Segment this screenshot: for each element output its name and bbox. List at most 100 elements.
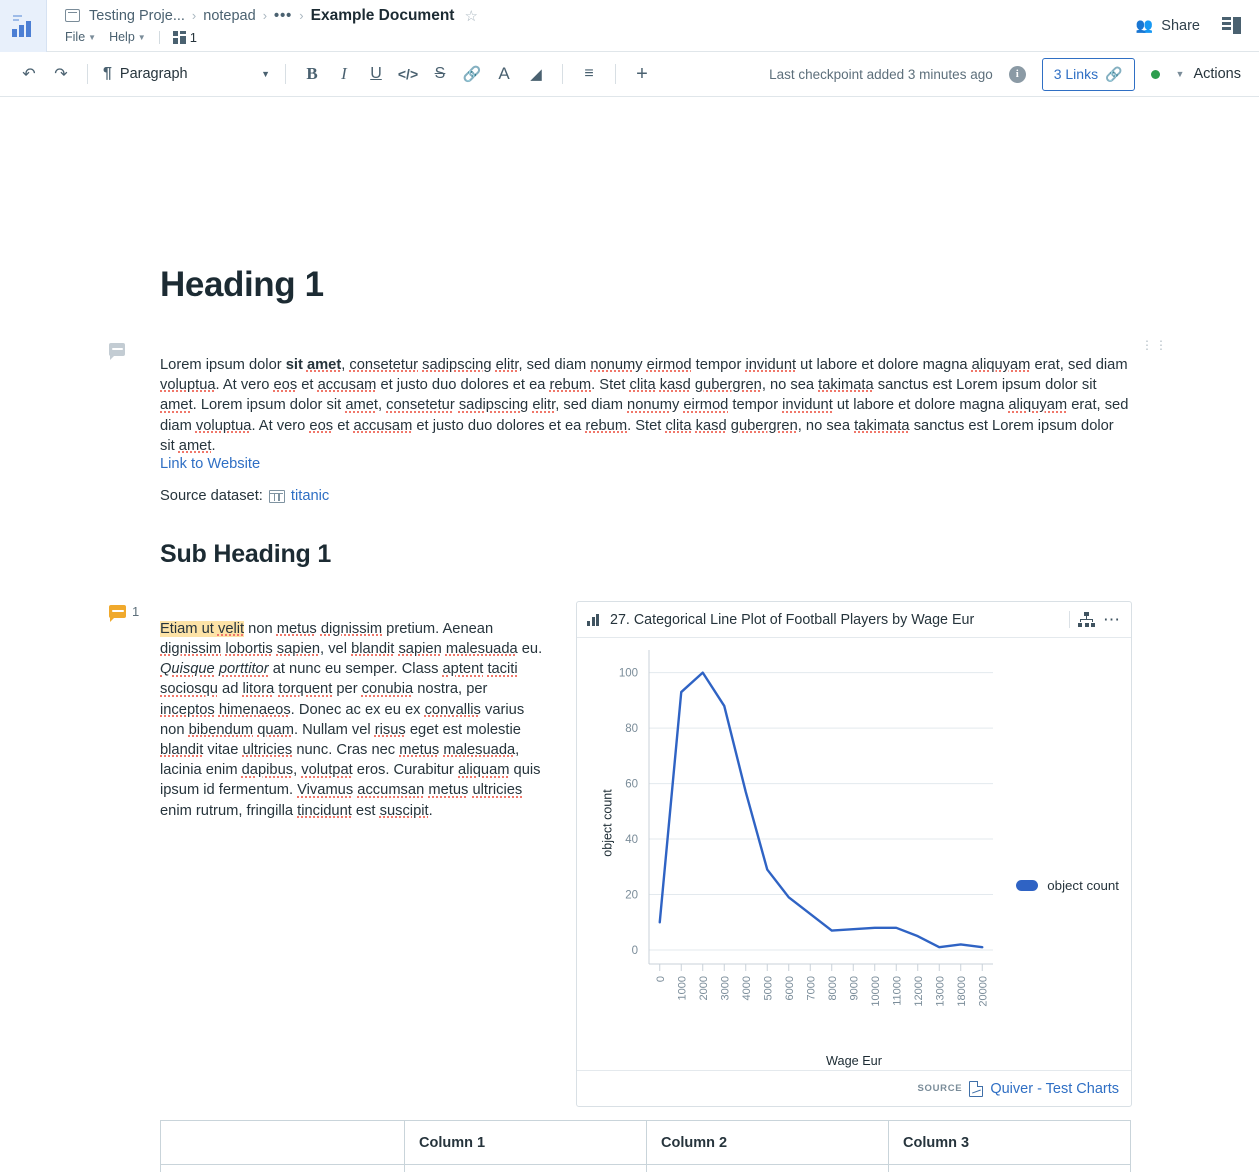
chart-card-header: 27. Categorical Line Plot of Football Pl… bbox=[577, 602, 1131, 638]
svg-text:100: 100 bbox=[619, 668, 638, 680]
link-icon[interactable]: 🔗 bbox=[457, 59, 487, 89]
svg-text:11000: 11000 bbox=[891, 976, 903, 1006]
toolbar-divider bbox=[285, 64, 286, 84]
grid-icon bbox=[172, 30, 187, 44]
menu-file[interactable]: File ▼ bbox=[65, 30, 96, 44]
links-button[interactable]: 3 Links 🔗 bbox=[1041, 57, 1135, 91]
info-icon[interactable]: i bbox=[1008, 65, 1026, 83]
table-cell[interactable] bbox=[404, 1164, 647, 1172]
svg-text:20000: 20000 bbox=[977, 976, 989, 1007]
paragraph-2[interactable]: Etiam ut velit non metus dignissim preti… bbox=[160, 619, 545, 821]
menu-file-label: File bbox=[65, 30, 86, 44]
svg-text:4000: 4000 bbox=[741, 976, 753, 1000]
breadcrumb-separator: › bbox=[191, 8, 197, 23]
grid-count-button[interactable]: 1 bbox=[172, 29, 197, 45]
menu-divider bbox=[158, 30, 160, 44]
breadcrumb: Testing Proje... › notepad › ••• › Examp… bbox=[65, 7, 1136, 25]
chart-title: 27. Categorical Line Plot of Football Pl… bbox=[610, 611, 975, 628]
paragraph-1-text: Lorem ipsum dolor sit amet, consetetur s… bbox=[160, 356, 1129, 454]
highlighted-text: Etiam ut velit bbox=[160, 620, 245, 637]
svg-text:18000: 18000 bbox=[956, 976, 968, 1007]
checkpoint-status: Last checkpoint added 3 minutes ago bbox=[769, 66, 993, 82]
star-outline-icon[interactable]: ☆ bbox=[464, 7, 477, 25]
breadcrumb-separator: › bbox=[299, 8, 304, 23]
svg-text:20: 20 bbox=[625, 890, 638, 902]
text-color-button[interactable]: A bbox=[489, 59, 519, 89]
undo-icon[interactable]: ↶ bbox=[14, 59, 44, 89]
source-dataset-line: Source dataset: titanic bbox=[160, 488, 329, 504]
table-cell[interactable] bbox=[646, 1164, 889, 1172]
top-bar: Testing Proje... › notepad › ••• › Examp… bbox=[0, 0, 1259, 52]
svg-text:60: 60 bbox=[625, 779, 638, 791]
chart-card-footer: SOURCE Quiver - Test Charts bbox=[577, 1070, 1131, 1106]
italic-button[interactable]: I bbox=[329, 59, 359, 89]
drag-handle[interactable]: ⋮⋮ bbox=[1141, 339, 1167, 351]
svg-text:9000: 9000 bbox=[848, 976, 860, 1000]
table-header-cell[interactable]: Column 2 bbox=[646, 1120, 889, 1165]
paragraph-style-select[interactable]: ¶ Paragraph ▼ bbox=[99, 65, 274, 83]
breadcrumb-separator: › bbox=[262, 8, 268, 23]
hierarchy-icon[interactable] bbox=[1078, 612, 1095, 627]
strikethrough-button[interactable]: S bbox=[425, 59, 455, 89]
comment-marker-icon[interactable] bbox=[109, 605, 126, 618]
align-left-icon[interactable]: ≡ bbox=[574, 59, 604, 89]
svg-text:8000: 8000 bbox=[827, 976, 839, 1000]
chart-legend: object count bbox=[1016, 878, 1119, 893]
menu-bar: File ▼ Help ▼ 1 bbox=[65, 30, 1136, 45]
svg-text:3000: 3000 bbox=[719, 976, 731, 1000]
highlighter-icon[interactable]: ◢ bbox=[521, 59, 551, 89]
table-header-cell[interactable]: Column 3 bbox=[888, 1120, 1131, 1165]
redo-icon[interactable]: ↷ bbox=[46, 59, 76, 89]
grid-count-label: 1 bbox=[189, 29, 197, 45]
share-label: Share bbox=[1161, 17, 1200, 34]
plus-icon[interactable]: + bbox=[627, 59, 657, 89]
comment-marker-icon[interactable] bbox=[109, 343, 125, 356]
side-panel-icon[interactable] bbox=[1222, 17, 1241, 34]
table-header-cell[interactable]: Column 1 bbox=[404, 1120, 647, 1165]
x-axis-label: Wage Eur bbox=[826, 1054, 882, 1068]
code-button[interactable]: </> bbox=[393, 59, 423, 89]
people-icon: 👥 bbox=[1135, 17, 1154, 33]
share-button[interactable]: 👥 Share bbox=[1136, 17, 1200, 34]
svg-text:1000: 1000 bbox=[676, 976, 688, 1000]
breadcrumb-item-notepad[interactable]: notepad bbox=[203, 8, 255, 24]
actions-label: Actions bbox=[1193, 66, 1241, 82]
table-row-header-cell[interactable]: Row 1 bbox=[160, 1164, 405, 1172]
menu-help-label: Help bbox=[109, 30, 135, 44]
app-logo-icon bbox=[11, 15, 35, 37]
table-corner-cell[interactable] bbox=[160, 1120, 405, 1165]
menu-help[interactable]: Help ▼ bbox=[109, 30, 146, 44]
chevron-down-icon: ▼ bbox=[1175, 69, 1185, 79]
chart-source-link[interactable]: Quiver - Test Charts bbox=[990, 1081, 1119, 1097]
underline-button[interactable]: U bbox=[361, 59, 391, 89]
pilcrow-icon: ¶ bbox=[103, 65, 112, 82]
paragraph-1[interactable]: Lorem ipsum dolor sit amet, consetetur s… bbox=[160, 355, 1132, 456]
table-cell[interactable] bbox=[888, 1164, 1131, 1172]
line-chart: 0204060801000 1000 2000 3000 4000 5000 6000 700… bbox=[619, 650, 993, 1007]
breadcrumb-overflow-button[interactable]: ••• bbox=[274, 8, 292, 24]
svg-text:10000: 10000 bbox=[870, 976, 882, 1007]
sub-heading-1: Sub Heading 1 bbox=[160, 540, 332, 568]
toolbar-divider bbox=[87, 64, 88, 84]
editor-toolbar: ↶ ↷ ¶ Paragraph ▼ B I U </> S 🔗 A ◢ ≡ + … bbox=[0, 52, 1259, 97]
status-badge bbox=[1150, 69, 1160, 79]
table-icon bbox=[268, 489, 285, 503]
document-body: Heading 1 ⋮⋮ Lorem ipsum dolor sit amet,… bbox=[0, 97, 1259, 1172]
app-logo-button[interactable] bbox=[0, 0, 47, 52]
toolbar-right-group: Last checkpoint added 3 minutes ago i 3 … bbox=[769, 57, 1245, 91]
header-divider bbox=[1069, 611, 1070, 628]
comment-count: 1 bbox=[132, 604, 140, 619]
source-dataset-label: Source dataset: bbox=[160, 488, 263, 504]
bold-button[interactable]: B bbox=[297, 59, 327, 89]
breadcrumb-item-project[interactable]: Testing Proje... bbox=[89, 8, 185, 24]
y-axis-label: object count bbox=[600, 789, 615, 857]
chevron-down-icon: ▼ bbox=[88, 32, 97, 42]
legend-label: object count bbox=[1047, 878, 1119, 893]
more-options-icon[interactable]: ⋯ bbox=[1103, 611, 1121, 628]
website-link[interactable]: Link to Website bbox=[160, 456, 260, 472]
document-table[interactable]: Column 1Column 2Column 3Row 1Row 2 bbox=[160, 1120, 1131, 1172]
actions-menu[interactable]: ▼ Actions bbox=[1176, 66, 1241, 82]
chart-plot-area: object count 0 20 40 60 80 100 0 1000 2000 3000 40… bbox=[577, 638, 1131, 1070]
svg-text:13000: 13000 bbox=[934, 976, 946, 1007]
source-dataset-link[interactable]: titanic bbox=[291, 488, 329, 504]
